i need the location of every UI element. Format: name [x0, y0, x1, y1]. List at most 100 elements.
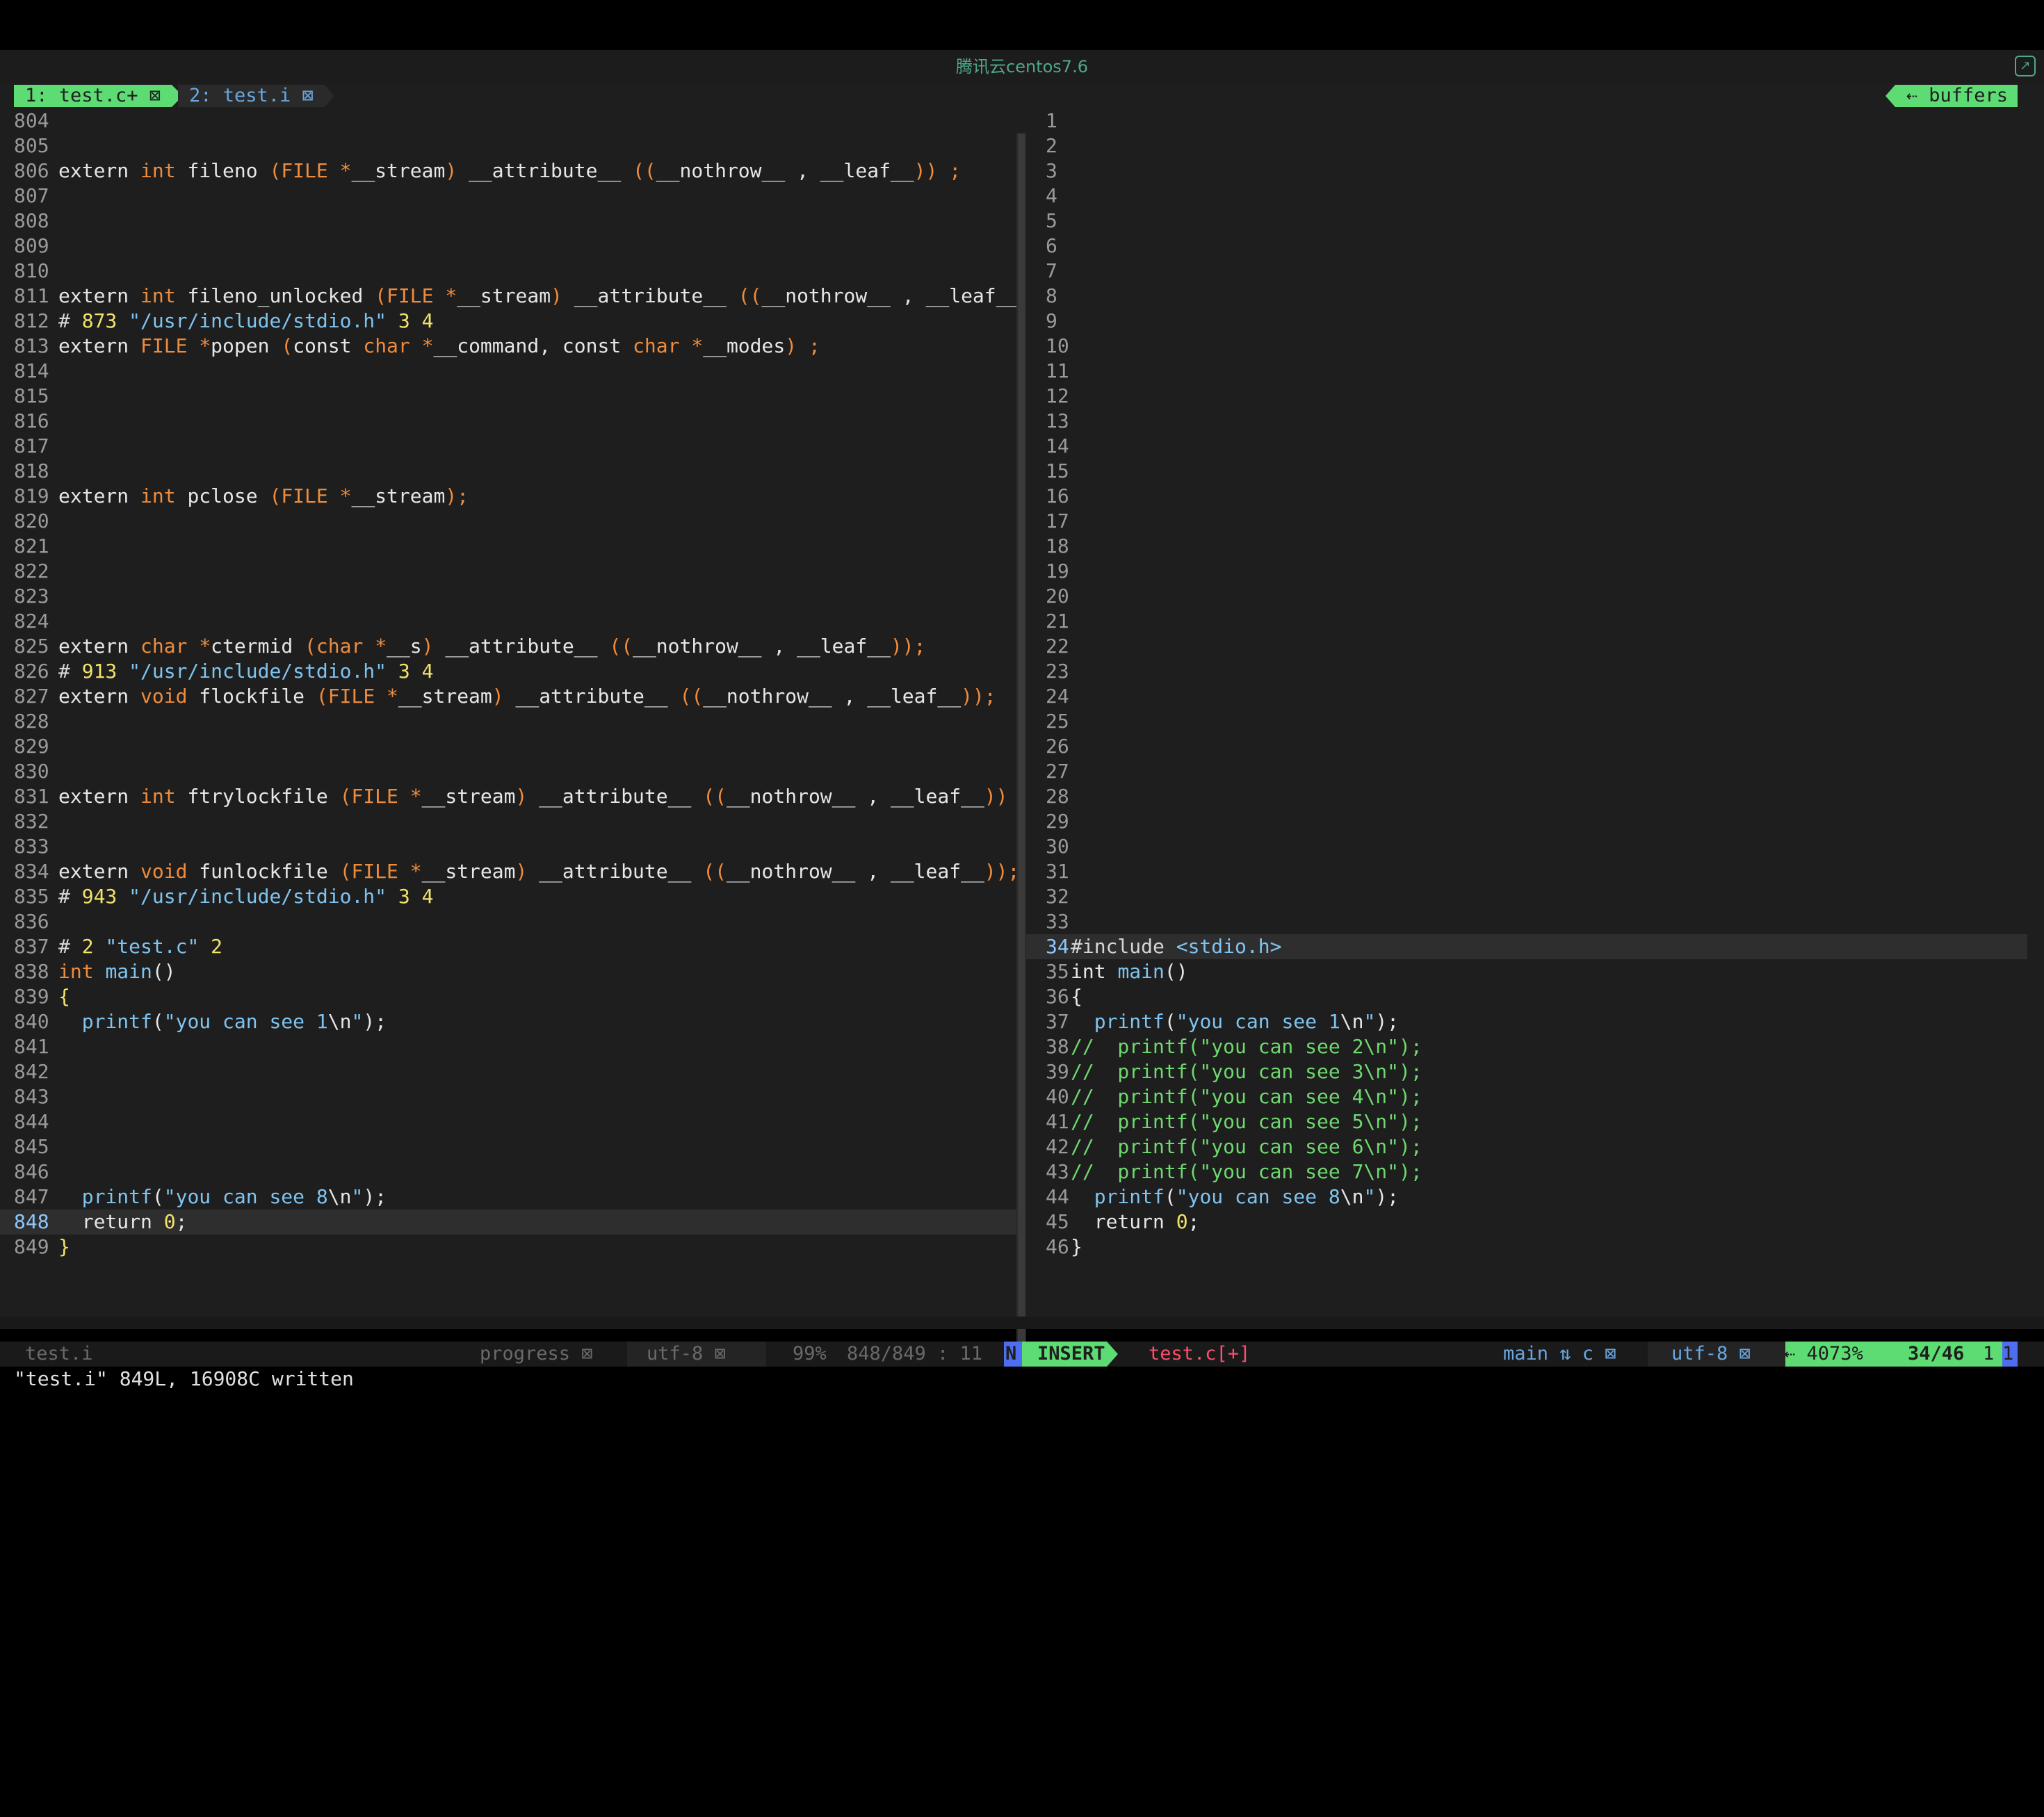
code-line[interactable]: 46}: [1026, 1235, 2027, 1260]
code-line[interactable]: 7: [1026, 259, 2027, 284]
code-line[interactable]: 846: [0, 1159, 1016, 1184]
code-line[interactable]: 41// printf("you can see 5\n");: [1026, 1109, 2027, 1134]
code-line[interactable]: 820: [0, 509, 1016, 534]
code-line[interactable]: 804: [0, 108, 1016, 133]
code-line[interactable]: 839 {: [0, 984, 1016, 1009]
code-line[interactable]: 39// printf("you can see 3\n");: [1026, 1059, 2027, 1084]
code-line[interactable]: 33: [1026, 909, 2027, 934]
code-line[interactable]: 847 printf("you can see 8\n");: [0, 1184, 1016, 1209]
left-editor-pane[interactable]: 804 805 806 extern int fileno (FILE *__stre…: [0, 108, 1016, 1343]
code-line[interactable]: 845: [0, 1134, 1016, 1159]
code-line[interactable]: 805: [0, 133, 1016, 158]
code-line[interactable]: 6: [1026, 234, 2027, 259]
code-line[interactable]: 817: [0, 434, 1016, 459]
code-line[interactable]: 35int main(): [1026, 959, 2027, 984]
code-line[interactable]: 811 extern int fileno_unlocked (FILE *__s…: [0, 284, 1016, 309]
right-editor-pane[interactable]: 1 2 3 4 5 6 7 8 9 10 11 12 13 14 15 16 17 18 19 20 21 22 23 24 2…: [1026, 108, 2027, 1343]
code-line[interactable]: 28: [1026, 784, 2027, 809]
code-line[interactable]: 838 int main(): [0, 959, 1016, 984]
code-line[interactable]: 828: [0, 709, 1016, 734]
code-line[interactable]: 841: [0, 1034, 1016, 1059]
code-line[interactable]: 45 return 0;: [1026, 1209, 2027, 1235]
code-line[interactable]: 834 extern void funlockfile (FILE *__stre…: [0, 859, 1016, 884]
code-line[interactable]: 821: [0, 534, 1016, 559]
code-line[interactable]: 826 # 913 "/usr/include/stdio.h" 3 4: [0, 659, 1016, 684]
code-line[interactable]: 818: [0, 459, 1016, 484]
code-line[interactable]: 25: [1026, 709, 2027, 734]
code-line[interactable]: 812 # 873 "/usr/include/stdio.h" 3 4: [0, 309, 1016, 334]
code-line[interactable]: 37 printf("you can see 1\n");: [1026, 1009, 2027, 1034]
code-line[interactable]: 831 extern int ftrylockfile (FILE *__stre…: [0, 784, 1016, 809]
code-line[interactable]: 8: [1026, 284, 2027, 309]
code-line[interactable]: 14: [1026, 434, 2027, 459]
code-line[interactable]: 829: [0, 734, 1016, 759]
code-line[interactable]: 837 # 2 "test.c" 2: [0, 934, 1016, 959]
code-line[interactable]: 814: [0, 359, 1016, 384]
code-line[interactable]: 21: [1026, 609, 2027, 634]
code-line[interactable]: 10: [1026, 334, 2027, 359]
code-line[interactable]: 13: [1026, 409, 2027, 434]
code-line[interactable]: 20: [1026, 584, 2027, 609]
code-line[interactable]: 34#include <stdio.h>: [1026, 934, 2027, 959]
code-line[interactable]: 40// printf("you can see 4\n");: [1026, 1084, 2027, 1109]
code-line[interactable]: 22: [1026, 634, 2027, 659]
code-line[interactable]: 23: [1026, 659, 2027, 684]
code-line[interactable]: 819 extern int pclose (FILE *__stream);: [0, 484, 1016, 509]
code-line[interactable]: 30: [1026, 834, 2027, 859]
code-line[interactable]: 832: [0, 809, 1016, 834]
code-line[interactable]: 5: [1026, 209, 2027, 234]
code-line[interactable]: 44 printf("you can see 8\n");: [1026, 1184, 2027, 1209]
code-line[interactable]: 806 extern int fileno (FILE *__stream) __…: [0, 158, 1016, 184]
code-line[interactable]: 848 return 0;: [0, 1209, 1016, 1235]
code-line[interactable]: 808: [0, 209, 1016, 234]
code-line[interactable]: 18: [1026, 534, 2027, 559]
code-line[interactable]: 9: [1026, 309, 2027, 334]
code-line[interactable]: 4: [1026, 184, 2027, 209]
code-line[interactable]: 835 # 943 "/usr/include/stdio.h" 3 4: [0, 884, 1016, 909]
code-line[interactable]: 849}: [0, 1235, 1016, 1260]
code-line[interactable]: 809: [0, 234, 1016, 259]
code-line[interactable]: 810: [0, 259, 1016, 284]
code-line[interactable]: 12: [1026, 384, 2027, 409]
vim-editor[interactable]: 1: test.c+ ⊠ 2: test.i ⊠ ⇠ buffers 804 80…: [0, 83, 2044, 1390]
code-line[interactable]: 3: [1026, 158, 2027, 184]
code-line[interactable]: 823: [0, 584, 1016, 609]
code-line[interactable]: 840 printf("you can see 1\n");: [0, 1009, 1016, 1034]
code-line[interactable]: 29: [1026, 809, 2027, 834]
code-line[interactable]: 38// printf("you can see 2\n");: [1026, 1034, 2027, 1059]
code-line[interactable]: 32: [1026, 884, 2027, 909]
code-line[interactable]: 24: [1026, 684, 2027, 709]
code-line[interactable]: 816: [0, 409, 1016, 434]
code-line[interactable]: 815: [0, 384, 1016, 409]
code-line[interactable]: 42// printf("you can see 6\n");: [1026, 1134, 2027, 1159]
code-line[interactable]: 825 extern char *ctermid (char *__s) __at…: [0, 634, 1016, 659]
code-line[interactable]: 827 extern void flockfile (FILE *__stream…: [0, 684, 1016, 709]
code-line[interactable]: 824: [0, 609, 1016, 634]
code-line[interactable]: 844: [0, 1109, 1016, 1134]
code-line[interactable]: 842: [0, 1059, 1016, 1084]
tab-test-c[interactable]: 1: test.c+ ⊠: [14, 85, 184, 107]
code-line[interactable]: 830: [0, 759, 1016, 784]
tab-test-i[interactable]: 2: test.i ⊠: [178, 85, 334, 107]
code-line[interactable]: 1: [1026, 108, 2027, 133]
code-line[interactable]: 31: [1026, 859, 2027, 884]
code-line[interactable]: 43// printf("you can see 7\n");: [1026, 1159, 2027, 1184]
code-line[interactable]: 16: [1026, 484, 2027, 509]
code-line[interactable]: 833: [0, 834, 1016, 859]
code-line[interactable]: 836: [0, 909, 1016, 934]
code-line[interactable]: 11: [1026, 359, 2027, 384]
code-line[interactable]: 2: [1026, 133, 2027, 158]
code-line[interactable]: 813 extern FILE *popen (const char *__com…: [0, 334, 1016, 359]
code-line[interactable]: 19: [1026, 559, 2027, 584]
code-line[interactable]: 27: [1026, 759, 2027, 784]
code-line[interactable]: 843: [0, 1084, 1016, 1109]
code-line[interactable]: 36{: [1026, 984, 2027, 1009]
code-line[interactable]: 822: [0, 559, 1016, 584]
code-line[interactable]: 15: [1026, 459, 2027, 484]
share-icon[interactable]: ↗: [2015, 56, 2036, 76]
code-line[interactable]: 17: [1026, 509, 2027, 534]
split-scrollbar-thumb[interactable]: [1018, 133, 1025, 1343]
code-line[interactable]: 807: [0, 184, 1016, 209]
code-line[interactable]: 26: [1026, 734, 2027, 759]
command-line[interactable]: "test.i" 849L, 16908C written: [0, 1367, 2044, 1392]
